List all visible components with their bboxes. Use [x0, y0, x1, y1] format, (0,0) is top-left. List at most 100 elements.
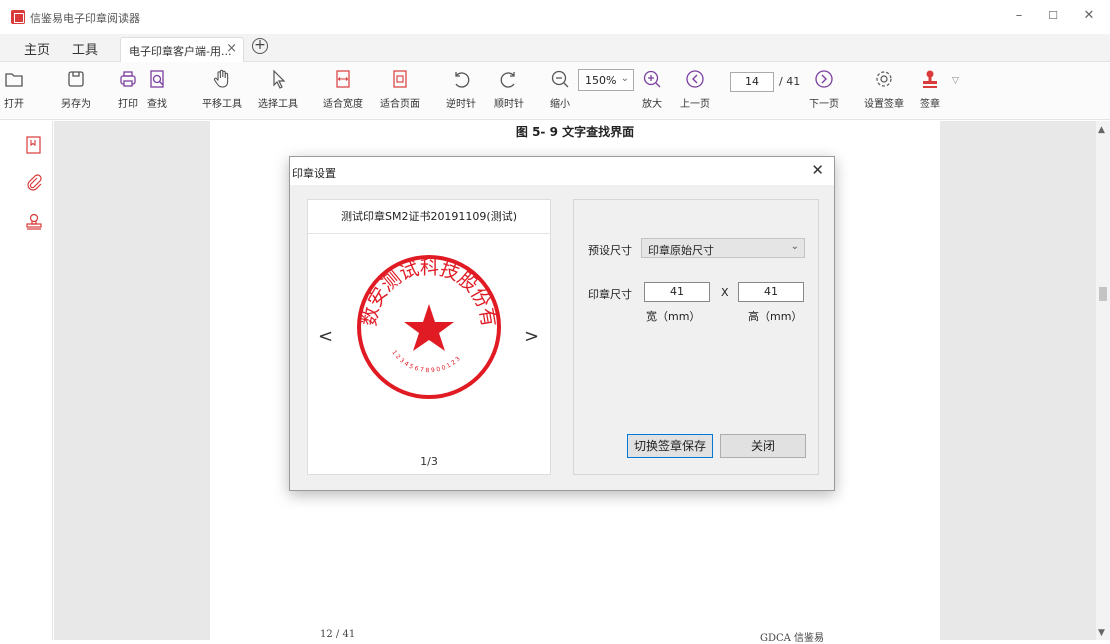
zoom-value: 150% — [585, 74, 617, 87]
attachment-icon[interactable] — [24, 173, 44, 193]
preset-size-label: 预设尺寸 — [588, 244, 632, 257]
seal-settings-label: 设置签章 — [864, 99, 904, 110]
gear-icon — [876, 71, 892, 87]
maximize-button[interactable]: ☐ — [1038, 6, 1068, 26]
fit-page-label: 适合页面 — [380, 99, 420, 110]
close-button[interactable]: 关闭 — [720, 434, 806, 458]
fit-page-button[interactable]: 适合页面 — [380, 68, 420, 110]
seal-list-icon[interactable] — [24, 212, 44, 232]
seal-settings-dialog: 印章设置 ✕ 测试印章SM2证书20191109(测试) 数安测试科技股份有限公… — [289, 156, 835, 491]
find-icon — [150, 70, 164, 88]
sign-label: 签章 — [920, 99, 940, 110]
scroll-up-icon[interactable]: ▲ — [1098, 125, 1105, 135]
save-icon — [68, 71, 84, 87]
dialog-close-icon[interactable]: ✕ — [811, 161, 824, 179]
scroll-thumb[interactable] — [1099, 287, 1107, 301]
sign-button[interactable]: 签章 — [918, 68, 942, 110]
close-tab-icon[interactable]: × — [226, 41, 237, 56]
stamp-icon — [923, 70, 937, 88]
select-tool-button[interactable]: 选择工具 — [258, 68, 298, 110]
next-page-button[interactable]: 下一页 — [809, 68, 839, 110]
switch-save-button[interactable]: 切换签章保存 — [627, 434, 713, 458]
save-as-button[interactable]: 另存为 — [61, 68, 91, 110]
tab-tools[interactable]: 工具 — [72, 39, 98, 58]
tab-document[interactable]: 电子印章客户端-用... × — [120, 37, 244, 62]
find-button[interactable]: 查找 — [146, 68, 168, 110]
print-label: 打印 — [118, 99, 138, 110]
page-number-input[interactable]: 14 — [730, 72, 774, 92]
tab-home[interactable]: 主页 — [24, 39, 50, 58]
page-footer-brand: GDCA 信鉴易 — [760, 633, 825, 644]
pan-tool-button[interactable]: 平移工具 — [202, 68, 242, 110]
zoom-in-icon — [643, 70, 661, 88]
zoom-out-button[interactable]: 缩小 — [548, 68, 572, 110]
seal-pager: 1/3 — [420, 455, 438, 468]
seal-width-input[interactable]: 41 — [644, 282, 710, 302]
dialog-title: 印章设置 — [292, 167, 336, 180]
find-label: 查找 — [147, 99, 167, 110]
app-title: 信鉴易电子印章阅读器 — [30, 12, 140, 25]
add-tab-icon[interactable]: + — [252, 38, 268, 54]
fit-width-label: 适合宽度 — [323, 99, 363, 110]
fit-width-button[interactable]: 适合宽度 — [323, 68, 363, 110]
tab-bar: 主页 工具 电子印章客户端-用... × + — [0, 34, 1110, 62]
save-as-label: 另存为 — [61, 99, 91, 110]
print-icon — [120, 71, 136, 87]
close-window-button[interactable]: ✕ — [1074, 6, 1104, 26]
dialog-title-bar: 印章设置 ✕ — [290, 157, 834, 185]
seal-star-icon — [404, 304, 454, 351]
chevron-right-circle-icon — [815, 70, 833, 88]
left-sidebar — [0, 121, 53, 640]
tab-document-label: 电子印章客户端-用... — [129, 45, 232, 58]
pan-tool-label: 平移工具 — [202, 99, 242, 110]
page-footer-number: 12 / 41 — [320, 629, 356, 640]
prev-seal-arrow[interactable]: < — [318, 326, 333, 347]
bookmark-icon[interactable] — [24, 135, 44, 155]
chevron-down-icon: ⌄ — [790, 241, 799, 252]
app-logo-icon — [11, 10, 25, 24]
next-seal-arrow[interactable]: > — [524, 326, 539, 347]
seal-image: 数安测试科技股份有限公司 1 2 3 4 5 6 7 8 9 0 0 1 2 3 — [354, 252, 501, 399]
rotate-cw-button[interactable]: 顺时针 — [494, 68, 524, 110]
zoom-in-label: 放大 — [642, 99, 662, 110]
figure-caption: 图 5- 9 文字查找界面 — [515, 125, 635, 139]
seal-preview-panel: 测试印章SM2证书20191109(测试) 数安测试科技股份有限公司 1 2 3… — [307, 199, 551, 475]
open-label: 打开 — [4, 99, 24, 110]
title-bar: 信鉴易电子印章阅读器 – ☐ ✕ — [0, 0, 1110, 34]
prev-page-button[interactable]: 上一页 — [680, 68, 710, 110]
print-button[interactable]: 打印 — [117, 68, 139, 110]
folder-icon — [5, 73, 23, 87]
rotate-ccw-label: 逆时针 — [446, 99, 476, 110]
times-sign: X — [721, 286, 729, 299]
page-total: / 41 — [779, 75, 801, 88]
prev-page-label: 上一页 — [680, 99, 710, 110]
sign-dropdown-icon[interactable]: ▽ — [952, 76, 959, 86]
seal-height-input[interactable]: 41 — [738, 282, 804, 302]
zoom-out-icon — [551, 70, 569, 88]
seal-size-label: 印章尺寸 — [588, 288, 632, 301]
rotate-ccw-button[interactable]: 逆时针 — [446, 68, 476, 110]
height-unit-label: 高（mm） — [748, 310, 803, 323]
chevron-down-icon: ⌄ — [620, 73, 629, 84]
toolbar: 打开 另存为 打印 查找 平移工具 选择工具 适合宽度 适合页面 逆时针 顺时针… — [0, 62, 1110, 120]
rotate-ccw-icon — [455, 72, 470, 88]
seal-name: 测试印章SM2证书20191109(测试) — [308, 200, 550, 234]
next-page-label: 下一页 — [809, 99, 839, 110]
hand-icon — [213, 69, 229, 88]
seal-serial-text: 1 2 3 4 5 6 7 8 9 0 0 1 2 3 — [390, 349, 462, 374]
rotate-cw-label: 顺时针 — [494, 99, 524, 110]
preset-size-select[interactable]: 印章原始尺寸 ⌄ — [641, 238, 805, 258]
minimize-button[interactable]: – — [1004, 6, 1034, 26]
zoom-select[interactable]: 150% ⌄ — [578, 69, 634, 91]
open-button[interactable]: 打开 — [2, 68, 26, 110]
seal-settings-button[interactable]: 设置签章 — [864, 68, 904, 110]
size-settings-panel: 预设尺寸 印章原始尺寸 ⌄ 印章尺寸 41 X 41 宽（mm） 高（mm） 切… — [573, 199, 819, 475]
scroll-down-icon[interactable]: ▼ — [1098, 628, 1105, 638]
select-tool-label: 选择工具 — [258, 99, 298, 110]
zoom-in-button[interactable]: 放大 — [640, 68, 664, 110]
pointer-icon — [273, 69, 286, 89]
preset-size-value: 印章原始尺寸 — [648, 244, 714, 257]
vertical-scrollbar[interactable]: ▲ ▼ — [1096, 121, 1110, 640]
fit-width-icon — [336, 70, 350, 88]
rotate-cw-icon — [500, 72, 515, 88]
